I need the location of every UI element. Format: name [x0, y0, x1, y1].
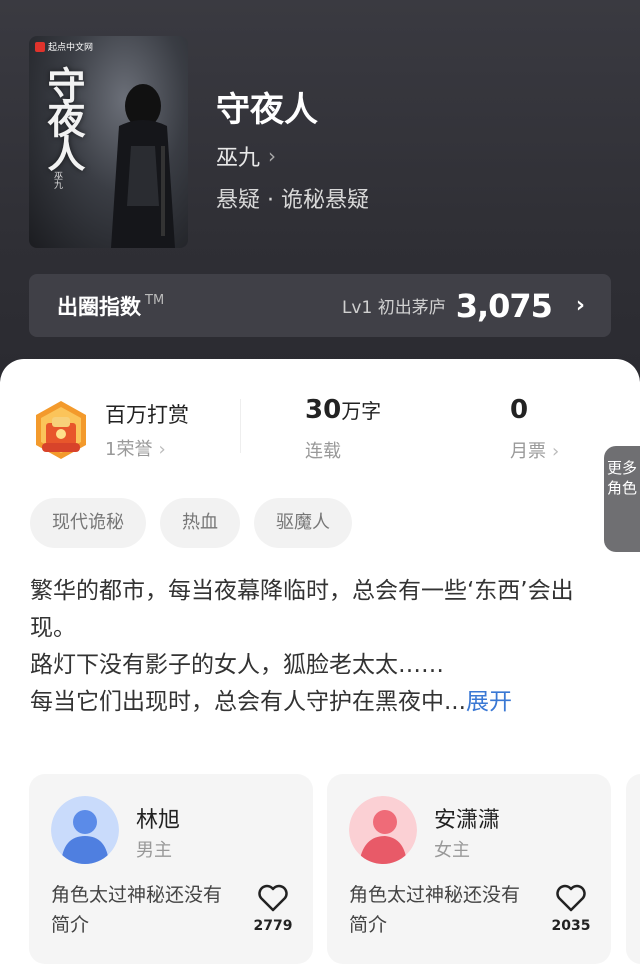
character-desc: 角色太过神秘还没有简介 — [349, 884, 521, 936]
like-count: 2035 — [551, 918, 591, 934]
monthly-votes-label: 月票 — [510, 441, 546, 462]
character-card-peek — [626, 774, 640, 964]
cover-author: 巫九 — [52, 171, 62, 189]
book-cover[interactable]: 起点中文网 守夜人 巫九 — [29, 36, 188, 248]
book-header: 起点中文网 守夜人 巫九 守夜人 巫九 › 悬疑 · 诡秘悬疑 出圈指数 TM … — [0, 0, 640, 400]
like-button[interactable]: 2035 — [549, 884, 593, 934]
hooded-figure-illustration — [111, 84, 175, 248]
character-desc: 角色太过神秘还没有简介 — [51, 884, 223, 936]
monthly-votes-link[interactable]: 月票 › — [510, 437, 559, 463]
stats-row: 百万打赏 1荣誉 › 30万字 连载 0 月票 › — [0, 359, 640, 479]
reward-badge-icon — [36, 401, 86, 459]
character-name: 林旭 — [136, 808, 181, 833]
tag-chip[interactable]: 驱魔人 — [254, 498, 352, 548]
character-card[interactable]: 安潇潇 女主 角色太过神秘还没有简介 2035 — [327, 774, 611, 964]
author-link[interactable]: 巫九 › — [216, 140, 276, 172]
tag-chip[interactable]: 现代诡秘 — [30, 498, 146, 548]
word-count: 30万字 — [305, 395, 382, 425]
divider — [240, 399, 241, 453]
heart-icon — [258, 884, 288, 912]
like-count: 2779 — [253, 918, 293, 934]
monthly-votes-count: 0 — [510, 395, 529, 425]
cover-title: 守夜人 — [41, 66, 86, 168]
chevron-right-icon: › — [158, 439, 166, 460]
chevron-right-icon: › — [552, 441, 560, 462]
reward-title: 百万打赏 — [105, 403, 189, 427]
avatar — [349, 796, 417, 864]
tag-chip[interactable]: 热血 — [160, 498, 240, 548]
expand-link[interactable]: 展开 — [466, 689, 512, 715]
influence-index-bar[interactable]: 出圈指数 TM Lv1 初出茅庐 3,075 › — [29, 274, 611, 337]
chevron-right-icon: › — [268, 144, 277, 168]
avatar — [51, 796, 119, 864]
book-description[interactable]: 繁华的都市，每当夜幕降临时，总会有一些‘东西’会出现。 路灯下没有影子的女人，狐… — [30, 573, 610, 721]
index-level: Lv1 初出茅庐 — [341, 298, 446, 318]
index-label: 出圈指数 — [57, 294, 141, 319]
character-card[interactable]: 林旭 男主 角色太过神秘还没有简介 2779 — [29, 774, 313, 964]
more-roles-button[interactable]: 更多角色 — [604, 446, 640, 552]
heart-icon — [556, 884, 586, 912]
like-button[interactable]: 2779 — [251, 884, 295, 934]
chevron-right-icon: › — [575, 293, 585, 318]
book-title: 守夜人 — [216, 90, 318, 130]
honor-count: 1荣誉 — [105, 439, 153, 460]
character-name: 安潇潇 — [434, 808, 501, 833]
character-list: 林旭 男主 角色太过神秘还没有简介 2779 安潇潇 女主 角色太过神秘还没有简… — [29, 774, 640, 974]
publisher-badge: 起点中文网 — [35, 40, 93, 53]
character-role: 女主 — [434, 840, 470, 861]
index-value: 3,075 — [455, 286, 553, 325]
trademark-mark: TM — [145, 293, 165, 308]
book-genre: 悬疑 · 诡秘悬疑 — [216, 188, 369, 213]
tag-list: 现代诡秘 热血 驱魔人 — [30, 498, 352, 548]
serial-status: 连载 — [305, 441, 341, 462]
honor-link[interactable]: 1荣誉 › — [105, 435, 166, 461]
author-name: 巫九 — [216, 146, 261, 171]
character-role: 男主 — [136, 840, 172, 861]
book-detail-sheet: 百万打赏 1荣誉 › 30万字 连载 0 月票 › 现代诡秘 热血 驱魔人 繁华的都… — [0, 359, 640, 974]
